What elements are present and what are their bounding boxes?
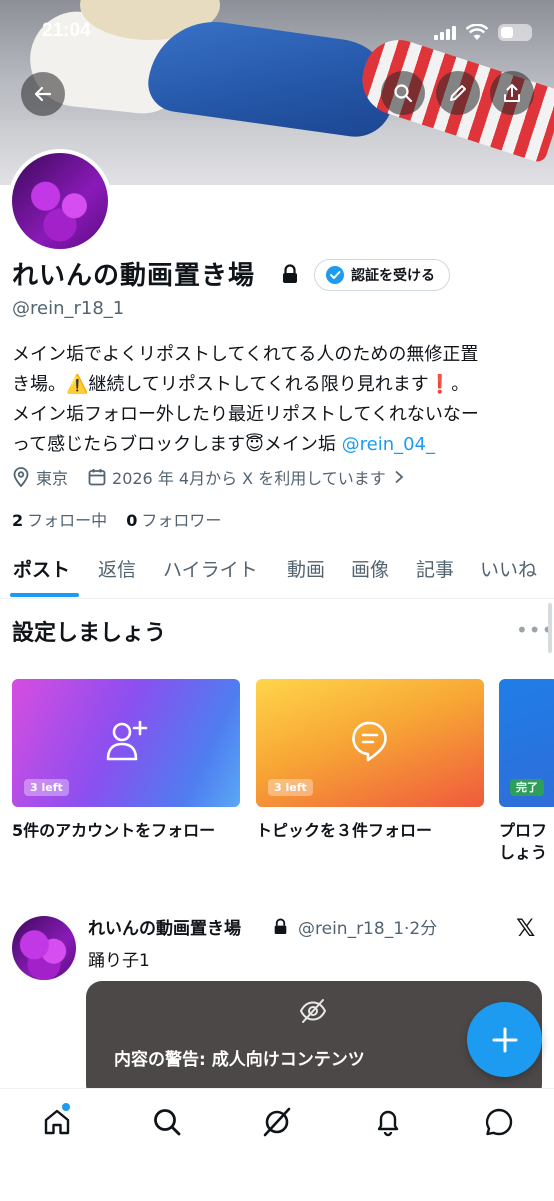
- profile-meta: 東京 2026 年 4月から X を利用しています: [12, 465, 404, 489]
- remaining-badge: 3 left: [24, 779, 69, 796]
- tab-replies[interactable]: 返信: [98, 555, 136, 582]
- share-button[interactable]: [490, 71, 534, 115]
- verified-badge-icon: [326, 266, 344, 284]
- card-label: トピックを３件フォロー: [256, 821, 433, 840]
- bell-icon: [377, 1110, 399, 1137]
- followers-link[interactable]: 0 フォロワー: [126, 511, 221, 530]
- completed-badge: 完了: [510, 779, 544, 796]
- topic-bubble-icon: [352, 721, 387, 762]
- search-icon: [154, 1109, 181, 1136]
- plus-icon: [492, 1027, 517, 1052]
- bio-line: メイン垢でよくリポストしてくれてる人のための無修正置: [12, 344, 479, 365]
- content-warning-text: 内容の警告: 成人向けコンテンツ: [114, 1050, 365, 1070]
- tab-posts[interactable]: ポスト: [13, 555, 70, 582]
- post-author-name[interactable]: れいんの動画置き場: [88, 914, 241, 939]
- profile-tabs: ポスト 返信 ハイライト 動画 画像 記事 いいね: [0, 544, 554, 599]
- status-time: 21:04: [42, 20, 91, 41]
- get-verified-label: 認証を受ける: [351, 268, 435, 284]
- joined-text[interactable]: 2026 年 4月から X を利用しています: [112, 465, 386, 489]
- x-logo-icon[interactable]: 𝕏: [516, 914, 535, 942]
- location-icon: [13, 467, 29, 487]
- search-icon: [394, 84, 413, 103]
- profile-bio: メイン垢でよくリポストしてくれてる人のための無修正置 き場。⚠️継続してリポスト…: [12, 340, 547, 460]
- active-tab-indicator: [10, 593, 79, 597]
- bio-line: って感じたらブロックします😇メイン垢 @rein_04_: [12, 434, 436, 455]
- tab-likes[interactable]: いいね: [480, 555, 537, 582]
- post-avatar[interactable]: [12, 916, 76, 980]
- warning-emoji: ⚠️: [66, 374, 89, 395]
- add-user-icon: [106, 720, 148, 761]
- card-label: プロフ しょう: [499, 821, 548, 862]
- arrow-left-icon: [34, 86, 52, 102]
- profile-avatar[interactable]: [8, 149, 112, 253]
- back-button[interactable]: [21, 72, 65, 116]
- search-button[interactable]: [381, 71, 425, 115]
- cellular-signal-icon: [434, 26, 456, 40]
- tab-videos[interactable]: 動画: [287, 555, 325, 582]
- calendar-icon: [88, 469, 106, 486]
- bio-line: き場。⚠️継続してリポストしてくれる限り見れます❗。: [12, 374, 470, 395]
- home-icon: [44, 1109, 70, 1135]
- lock-icon: [274, 918, 287, 934]
- post-handle-time: @rein_r18_1·2分: [298, 919, 438, 939]
- grok-icon: [263, 1107, 291, 1137]
- emoji: 😇: [245, 434, 264, 455]
- nav-home[interactable]: [42, 1103, 72, 1137]
- nav-notifications[interactable]: [373, 1107, 403, 1137]
- nav-search[interactable]: [152, 1107, 182, 1137]
- remaining-badge: 3 left: [268, 779, 313, 796]
- nav-grok[interactable]: [262, 1107, 292, 1137]
- bio-line: メイン垢フォロー外したり最近リポストしてくれないなー: [12, 404, 479, 425]
- eye-off-icon: [299, 999, 327, 1023]
- profile-handle: @rein_r18_1: [12, 298, 125, 319]
- setup-title: 設定しましょう: [12, 621, 167, 646]
- nav-messages[interactable]: [484, 1107, 514, 1137]
- scrollbar[interactable]: [548, 603, 552, 653]
- bottom-navigation: [0, 1088, 554, 1201]
- compose-button[interactable]: [467, 1002, 542, 1077]
- pencil-icon: [450, 85, 466, 101]
- messages-icon: [485, 1108, 513, 1136]
- follow-accounts-card[interactable]: 3 left: [12, 679, 240, 807]
- tab-media[interactable]: 画像: [351, 555, 389, 582]
- tab-articles[interactable]: 記事: [416, 555, 454, 582]
- notification-dot: [62, 1103, 70, 1111]
- mention-link[interactable]: @rein_04_: [342, 434, 435, 455]
- tab-highlights[interactable]: ハイライト: [163, 555, 258, 582]
- card-label: 5件のアカウントをフォロー: [12, 821, 216, 840]
- get-verified-button[interactable]: 認証を受ける: [314, 259, 450, 291]
- post-text: 踊り子1: [88, 951, 150, 971]
- wifi-icon: [466, 24, 488, 40]
- follow-topics-card[interactable]: 3 left: [256, 679, 484, 807]
- lock-icon: [283, 264, 297, 283]
- exclaim-emoji: ❗: [428, 374, 452, 395]
- share-icon: [504, 84, 520, 102]
- following-link[interactable]: 2 フォロー中: [12, 511, 107, 530]
- battery-icon: [498, 24, 532, 41]
- edit-button[interactable]: [436, 71, 480, 115]
- display-name: れいんの動画置き場: [12, 261, 256, 291]
- follow-stats: 2 フォロー中 0 フォロワー: [12, 507, 221, 531]
- chevron-right-icon: [395, 470, 404, 484]
- profile-setup-card[interactable]: 完了: [499, 679, 554, 807]
- location-text: 東京: [36, 469, 69, 488]
- status-bar: 21:04: [0, 0, 554, 66]
